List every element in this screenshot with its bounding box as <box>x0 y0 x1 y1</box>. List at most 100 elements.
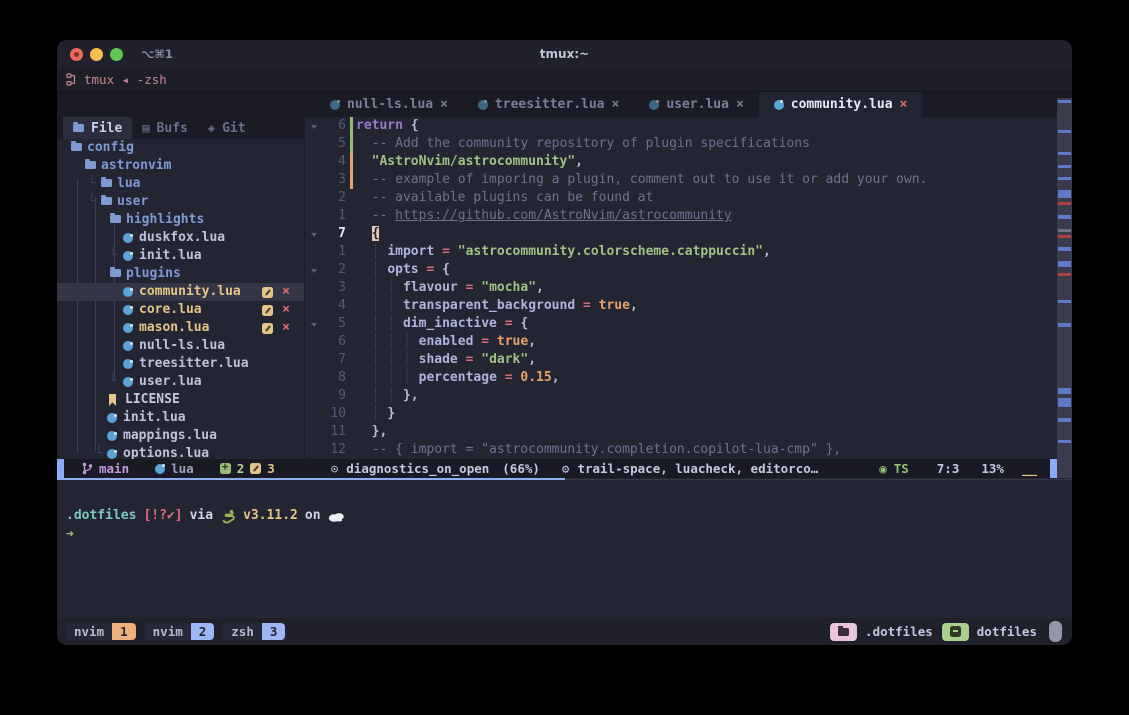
titlebar[interactable]: ⌥⌘1 tmux:~ <box>57 40 1072 68</box>
code-line[interactable]: 5 │ │ dim_inactive = { <box>306 315 1057 333</box>
sidebar-tab-git[interactable]: ◈Git <box>198 117 256 139</box>
fold-chevron-icon[interactable] <box>311 125 317 129</box>
fold-column[interactable] <box>306 441 322 459</box>
code-text: │ │ flavour = "mocha", <box>356 279 544 297</box>
tree-item-treesitter.lua[interactable]: treesitter.lua <box>57 355 304 373</box>
tree-item-duskfox.lua[interactable]: duskfox.lua <box>57 229 304 247</box>
tree-item-plugins[interactable]: plugins <box>57 265 304 283</box>
statusline: main lua 2 3 ⊙ diagnostics_on_open (66%)… <box>57 459 1057 478</box>
code-line[interactable]: 8 │ │ │ percentage = 0.15, <box>306 369 1057 387</box>
fold-column[interactable] <box>306 369 322 387</box>
fold-column[interactable] <box>306 315 322 333</box>
line-number: 2 <box>322 189 346 207</box>
tree-item-options.lua[interactable]: └options.lua <box>57 445 304 459</box>
code-line[interactable]: 7 { <box>306 225 1057 243</box>
neotree-source-tabs: File▤Bufs◈Git <box>57 117 304 139</box>
tmux-window-zsh-3[interactable]: zsh3 <box>223 623 285 640</box>
code-line[interactable]: 2 │ opts = { <box>306 261 1057 279</box>
close-buffer-icon[interactable]: × <box>612 97 620 112</box>
code-line[interactable]: 4 "AstroNvim/astrocommunity", <box>306 153 1057 171</box>
fold-column[interactable] <box>306 225 322 243</box>
diagnostics-percent: (66%) <box>502 461 540 476</box>
shell-pane[interactable]: .dotfiles [!?✔] via v3.11.2 on ➜ <box>57 481 1072 618</box>
code-line[interactable]: 12 -- { import = "astrocommunity.complet… <box>306 441 1057 459</box>
tmux-window-nvim-2[interactable]: nvim2 <box>145 623 215 640</box>
code-line[interactable]: 5 -- Add the community repository of plu… <box>306 135 1057 153</box>
line-number: 5 <box>322 315 346 333</box>
tree-item-init.lua[interactable]: init.lua <box>57 409 304 427</box>
tree-item-mappings.lua[interactable]: mappings.lua <box>57 427 304 445</box>
code-line[interactable]: 2 -- available plugins can be found at <box>306 189 1057 207</box>
tree-item-astronvim[interactable]: astronvim <box>57 157 304 175</box>
buffer-tab-null-ls.lua[interactable]: null-ls.lua× <box>315 92 463 117</box>
fold-column[interactable] <box>306 423 322 441</box>
buffer-tab-label: user.lua <box>666 97 729 112</box>
fold-column[interactable] <box>306 171 322 189</box>
fold-column[interactable] <box>306 207 322 225</box>
neotree-sidebar: File▤Bufs◈Git configastronvim└lua└userhi… <box>57 117 305 459</box>
buffer-tab-treesitter.lua[interactable]: treesitter.lua× <box>463 92 634 117</box>
tree-item-lua[interactable]: └lua <box>57 175 304 193</box>
fold-column[interactable] <box>306 333 322 351</box>
fold-column[interactable] <box>306 261 322 279</box>
code-line[interactable]: 3 │ │ flavour = "mocha", <box>306 279 1057 297</box>
fold-column[interactable] <box>306 243 322 261</box>
tree-corner-glyph: └ <box>109 373 117 391</box>
iterm-tab-bar[interactable]: tmux ◂ -zsh <box>57 68 1072 92</box>
fold-column[interactable] <box>306 297 322 315</box>
tree-item-user[interactable]: └user <box>57 193 304 211</box>
fold-column[interactable] <box>306 153 322 171</box>
close-buffer-icon[interactable]: × <box>900 97 908 112</box>
code-line[interactable]: 10 │ } <box>306 405 1057 423</box>
tree-item-user.lua[interactable]: └user.lua <box>57 373 304 391</box>
tree-item-init.lua[interactable]: └init.lua <box>57 247 304 265</box>
code-text: │ │ }, <box>356 387 419 405</box>
buffer-tab-user.lua[interactable]: user.lua × <box>634 92 758 117</box>
python-version: v3.11.2 <box>243 507 298 525</box>
tree-item-config[interactable]: config <box>57 139 304 157</box>
tmux-window-name: nvim <box>145 623 191 640</box>
buffer-tab-label: community.lua <box>791 97 893 112</box>
code-line[interactable]: 7 │ │ │ shade = "dark", <box>306 351 1057 369</box>
code-text: │ } <box>356 405 395 423</box>
fold-chevron-icon[interactable] <box>311 269 317 273</box>
code-line[interactable]: 1 -- https://github.com/AstroNvim/astroc… <box>306 207 1057 225</box>
buffer-tab-community.lua[interactable]: community.lua × <box>759 92 923 117</box>
code-text: │ │ │ shade = "dark", <box>356 351 536 369</box>
code-line[interactable]: 11 }, <box>306 423 1057 441</box>
git-branch-segment[interactable]: main <box>82 461 129 476</box>
tree-item-core.lua[interactable]: core.lua× <box>57 301 304 319</box>
fold-column[interactable] <box>306 117 322 135</box>
lua-file-icon <box>107 413 117 423</box>
git-sign-column <box>346 189 356 207</box>
code-line[interactable]: 4 │ │ transparent_background = true, <box>306 297 1057 315</box>
sidebar-tab-bufs[interactable]: ▤Bufs <box>132 117 198 139</box>
fold-column[interactable] <box>306 405 322 423</box>
close-buffer-icon[interactable]: × <box>440 97 448 112</box>
fold-column[interactable] <box>306 189 322 207</box>
close-buffer-icon[interactable]: × <box>736 97 744 112</box>
tree-item-highlights[interactable]: highlights <box>57 211 304 229</box>
tree-item-LICENSE[interactable]: LICENSE <box>57 391 304 409</box>
code-line[interactable]: 3 -- example of imporing a plugin, comme… <box>306 171 1057 189</box>
fold-column[interactable] <box>306 351 322 369</box>
sidebar-tab-file[interactable]: File <box>63 117 132 139</box>
fold-column[interactable] <box>306 279 322 297</box>
code-line[interactable]: 6return { <box>306 117 1057 135</box>
tree-item-label: LICENSE <box>125 391 180 409</box>
code-editor[interactable]: 6return {5 -- Add the community reposito… <box>306 117 1057 459</box>
scrollbar-marks[interactable] <box>1057 98 1072 478</box>
tmux-window-nvim-1[interactable]: nvim1 <box>66 623 136 640</box>
git-added-icon <box>220 463 231 474</box>
code-line[interactable]: 1 │ import = "astrocommunity.colorscheme… <box>306 243 1057 261</box>
fold-chevron-icon[interactable] <box>311 233 317 237</box>
tree-item-community.lua[interactable]: community.lua× <box>57 283 304 301</box>
code-line[interactable]: 9 │ │ }, <box>306 387 1057 405</box>
iterm-tab-label[interactable]: tmux ◂ -zsh <box>84 72 167 87</box>
tree-item-mason.lua[interactable]: mason.lua× <box>57 319 304 337</box>
fold-column[interactable] <box>306 135 322 153</box>
fold-column[interactable] <box>306 387 322 405</box>
tree-item-null-ls.lua[interactable]: null-ls.lua <box>57 337 304 355</box>
fold-chevron-icon[interactable] <box>311 323 317 327</box>
code-line[interactable]: 6 │ │ │ enabled = true, <box>306 333 1057 351</box>
